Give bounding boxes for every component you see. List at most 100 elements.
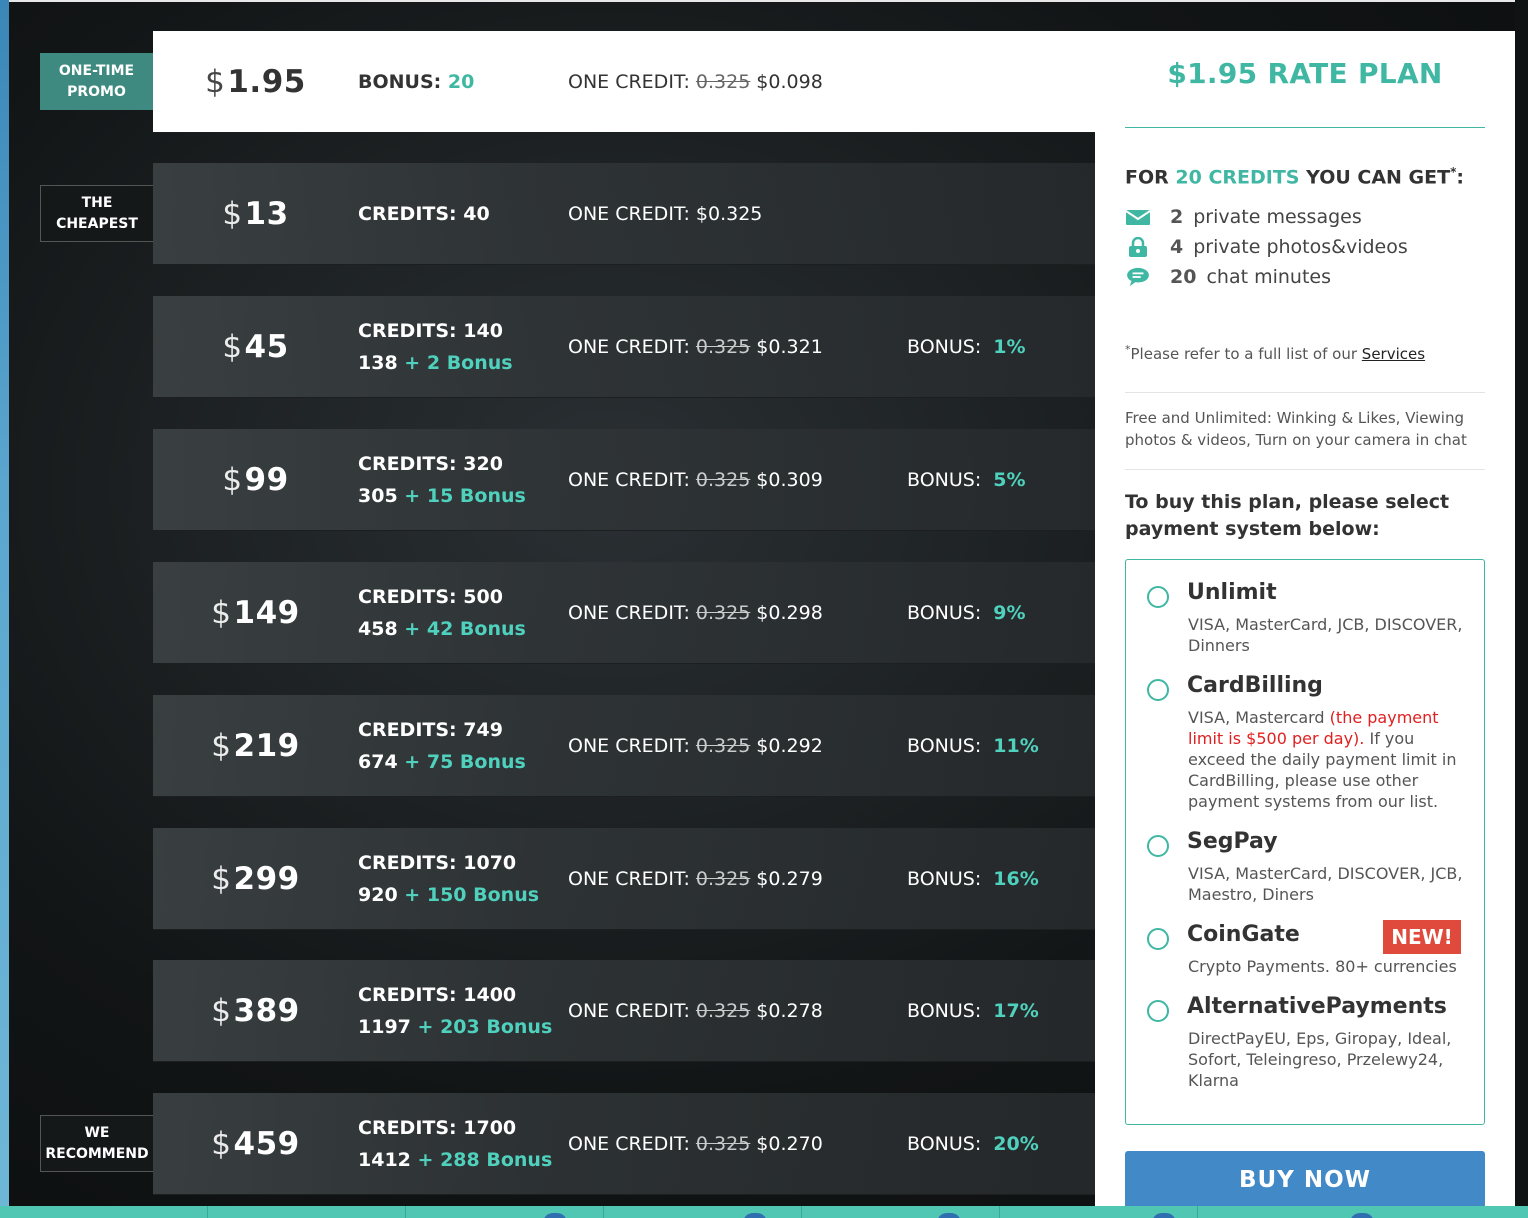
- new-badge: NEW!: [1383, 920, 1461, 954]
- one-credit-rate: ONE CREDIT: 0.325 $0.098: [568, 31, 823, 132]
- rate: $0.309: [756, 468, 823, 491]
- plan-price: $219: [153, 695, 358, 796]
- bonus-plus: +: [417, 1148, 434, 1171]
- bonus-label: BONUS:: [907, 999, 982, 1022]
- rate: $0.325: [695, 202, 763, 225]
- rate: $0.292: [756, 734, 823, 757]
- bonus-percent-value: 11%: [993, 734, 1039, 757]
- rate: $0.298: [756, 601, 823, 624]
- radio-unlimit[interactable]: [1147, 586, 1169, 608]
- right-gutter: [1515, 0, 1528, 1218]
- benefit-count: 2: [1170, 206, 1184, 228]
- plan-row[interactable]: $219 CREDITS: 749 674 + 75 Bonus ONE CREDIT…: [153, 695, 1095, 797]
- bonus-credits: 150: [426, 883, 467, 906]
- bonus-percent: BONUS: 9%: [907, 562, 1026, 663]
- credits-value: 749: [463, 718, 503, 741]
- currency-symbol: $: [222, 461, 243, 498]
- bar-icon: [1152, 1213, 1176, 1218]
- price-value: 99: [244, 461, 289, 498]
- for-credits: 20 CREDITS: [1175, 166, 1300, 189]
- one-credit-label: ONE CREDIT:: [568, 335, 690, 358]
- currency-symbol: $: [222, 328, 243, 365]
- cheapest-tag: THE CHEAPEST: [40, 185, 153, 242]
- plan-credits: CREDITS: 1700 1412 + 288 Bonus: [358, 1093, 552, 1194]
- currency-symbol: $: [211, 594, 232, 631]
- plan-row[interactable]: $99 CREDITS: 320 305 + 15 Bonus ONE CREDIT:…: [153, 429, 1095, 531]
- divider: [999, 1206, 1000, 1218]
- radio-alternativepayments[interactable]: [1147, 1000, 1169, 1022]
- base-credits: 458: [358, 617, 398, 640]
- plan-credits: CREDITS: 320 305 + 15 Bonus: [358, 429, 526, 530]
- plan-row-promo[interactable]: $1.95 BONUS: 20 ONE CREDIT: 0.325 $0.098: [153, 31, 1095, 133]
- tag-line: ONE-TIME: [58, 62, 135, 79]
- note-text: Please refer to a full list of our: [1130, 345, 1358, 363]
- bonus-credits: 2: [426, 351, 441, 374]
- plan-row[interactable]: $299 CREDITS: 1070 920 + 150 Bonus ONE CRED…: [153, 828, 1095, 930]
- chat-bubble-icon: [1127, 267, 1149, 287]
- we-recommend-tag: WE RECOMMEND: [40, 1115, 153, 1172]
- top-border: [0, 0, 1528, 2]
- bonus-word: Bonus: [486, 1148, 553, 1171]
- base-credits: 920: [358, 883, 398, 906]
- currency-symbol: $: [222, 195, 243, 232]
- plan-row[interactable]: $45 CREDITS: 140 138 + 2 Bonus ONE CREDIT: …: [153, 296, 1095, 398]
- rate: $0.279: [756, 867, 823, 890]
- tag-line: RECOMMEND: [45, 1145, 149, 1162]
- price-value: 149: [233, 594, 300, 631]
- radio-segpay[interactable]: [1147, 835, 1169, 857]
- tag-line: THE: [81, 194, 113, 211]
- payment-desc: DirectPayEU, Eps, Giropay, Ideal, Sofort…: [1188, 1029, 1452, 1090]
- free-features-text: Free and Unlimited: Winking & Likes, Vie…: [1125, 409, 1467, 449]
- plan-row[interactable]: $149 CREDITS: 500 458 + 42 Bonus ONE CREDIT…: [153, 562, 1095, 664]
- bottom-bar: [0, 1206, 1528, 1218]
- bonus-label: BONUS:: [358, 70, 442, 93]
- bonus-plus: +: [417, 1015, 434, 1038]
- plan-row[interactable]: $389 CREDITS: 1400 1197 + 203 Bonus ONE CRE…: [153, 960, 1095, 1062]
- credits-label: CREDITS:: [358, 718, 457, 741]
- envelope-icon: [1125, 210, 1151, 225]
- payment-name: CardBilling: [1187, 673, 1323, 698]
- rate: $0.098: [756, 70, 823, 93]
- plan-price: $45: [153, 296, 358, 397]
- bonus-percent: BONUS: 5%: [907, 429, 1026, 530]
- credits-value: 320: [463, 452, 503, 475]
- services-link[interactable]: Services: [1362, 345, 1425, 363]
- bonus-percent: BONUS: 1%: [907, 296, 1026, 397]
- bonus-word: Bonus: [459, 750, 526, 773]
- base-credits: 674: [358, 750, 398, 773]
- plan-row[interactable]: $459 CREDITS: 1700 1412 + 288 Bonus ONE CRE…: [153, 1093, 1095, 1195]
- base-credits: 1412: [358, 1148, 411, 1171]
- payment-desc: VISA, MasterCard, DISCOVER, JCB, Maestro…: [1188, 864, 1463, 904]
- bonus-credits: 42: [426, 617, 454, 640]
- plan-price: $389: [153, 960, 358, 1061]
- bonus-percent-value: 9%: [993, 601, 1026, 624]
- old-rate: 0.325: [695, 734, 751, 757]
- old-rate: 0.325: [695, 1132, 751, 1155]
- one-credit-rate: ONE CREDIT: 0.325 $0.298: [568, 562, 823, 663]
- credits-label: CREDITS:: [358, 851, 457, 874]
- one-credit-label: ONE CREDIT:: [568, 601, 690, 624]
- one-credit-rate: ONE CREDIT: $0.325: [568, 163, 762, 264]
- divider: [1125, 392, 1485, 393]
- currency-symbol: $: [211, 727, 232, 764]
- credits-label: CREDITS:: [358, 585, 457, 608]
- panel-title: $1.95 RATE PLAN: [1167, 57, 1443, 90]
- bonus-word: Bonus: [446, 351, 513, 374]
- divider: [603, 1206, 604, 1218]
- plan-row[interactable]: $13 CREDITS: 40 ONE CREDIT: $0.325: [153, 163, 1095, 265]
- plan-credits: CREDITS: 500 458 + 42 Bonus: [358, 562, 526, 663]
- payment-desc: VISA, MasterCard, JCB, DISCOVER, Dinners: [1188, 615, 1463, 655]
- bonus-label: BONUS:: [907, 601, 982, 624]
- bonus-word: Bonus: [459, 484, 526, 507]
- left-window-edge: [0, 0, 9, 1218]
- lock-icon: [1129, 237, 1147, 257]
- for-suffix: YOU CAN GET: [1306, 166, 1451, 189]
- credits-value: 140: [463, 319, 503, 342]
- radio-coingate[interactable]: [1147, 928, 1169, 950]
- price-value: 1.95: [227, 63, 306, 100]
- for-prefix: FOR: [1125, 166, 1169, 189]
- plan-credits: CREDITS: 40: [358, 163, 490, 264]
- radio-cardbilling[interactable]: [1147, 679, 1169, 701]
- services-note: *Please refer to a full list of our Serv…: [1125, 343, 1425, 363]
- rate: $0.321: [756, 335, 823, 358]
